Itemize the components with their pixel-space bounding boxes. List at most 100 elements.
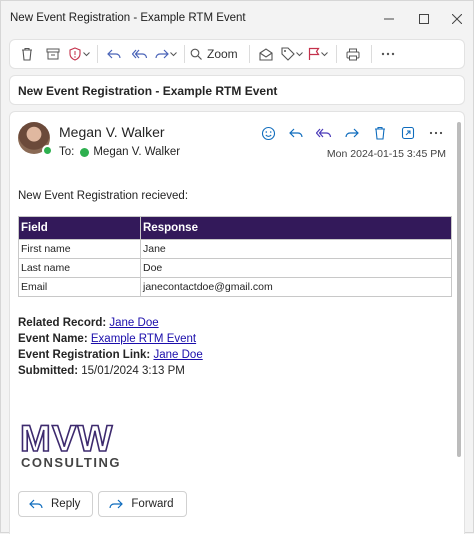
registration-table: Field Response First name Jane Last name…: [18, 216, 452, 297]
to-label: To:: [59, 146, 75, 158]
reading-pane: Megan V. Walker To: Megan V. Walker Mon …: [9, 111, 465, 534]
zoom-button[interactable]: Zoom: [190, 42, 238, 66]
envelope-open-icon: [259, 47, 273, 61]
toolbar-divider: [184, 45, 185, 63]
more-actions-button[interactable]: [422, 124, 450, 142]
scrollbar[interactable]: [457, 122, 461, 457]
more-icon: [429, 131, 443, 135]
toolbar-divider: [248, 45, 250, 63]
chevron-down-icon: [170, 51, 177, 56]
smiley-icon: [261, 126, 275, 140]
report-button[interactable]: [68, 42, 90, 66]
subject-bar: New Event Registration - Example RTM Eve…: [9, 75, 465, 105]
reply-icon: [289, 128, 303, 138]
related-record-link[interactable]: Jane Doe: [109, 317, 158, 329]
event-name-link[interactable]: Example RTM Event: [91, 333, 196, 345]
presence-available-icon: [42, 145, 53, 156]
reply-all-action-button[interactable]: [310, 124, 338, 142]
sent-date: Mon 2024-01-15 3:45 PM: [326, 148, 446, 160]
zoom-icon: [190, 48, 202, 60]
forward-icon: [109, 499, 124, 509]
delete-button[interactable]: [16, 42, 38, 66]
forward-icon: [155, 49, 169, 59]
column-header-response: Response: [140, 216, 452, 240]
recipient-name[interactable]: Megan V. Walker: [93, 146, 180, 158]
archive-button[interactable]: [42, 42, 64, 66]
registration-link-label: Event Registration Link:: [18, 349, 151, 361]
reply-buttons: Reply Forward: [18, 491, 192, 517]
submitted-line: Submitted: 15/01/2024 3:13 PM: [18, 363, 454, 379]
more-options-button[interactable]: [377, 42, 399, 66]
recipient-line: To: Megan V. Walker: [59, 146, 180, 158]
react-button[interactable]: [254, 124, 282, 142]
maximize-icon: [419, 14, 429, 24]
sender-name[interactable]: Megan V. Walker: [59, 124, 165, 140]
print-button[interactable]: [342, 42, 364, 66]
logo-mark: MVW: [20, 418, 113, 459]
column-header-field: Field: [18, 216, 141, 240]
field-cell: Last name: [18, 258, 141, 278]
reply-label: Reply: [51, 498, 81, 510]
event-name-label: Event Name:: [18, 333, 88, 345]
window-title: New Event Registration - Example RTM Eve…: [10, 12, 246, 24]
read-unread-button[interactable]: [255, 42, 277, 66]
close-icon: [452, 14, 462, 24]
title-bar: New Event Registration - Example RTM Eve…: [1, 1, 473, 37]
reply-action-button[interactable]: [282, 124, 310, 142]
reply-all-icon: [316, 128, 332, 138]
presence-available-icon: [80, 147, 90, 157]
delete-icon: [22, 47, 32, 61]
table-row: Last name Doe: [18, 258, 452, 278]
intro-text: New Event Registration recieved:: [18, 190, 189, 202]
minimize-button[interactable]: [375, 7, 403, 31]
registration-details: Related Record: Jane Doe Event Name: Exa…: [18, 315, 454, 379]
flag-icon: [308, 47, 320, 60]
archive-icon: [46, 48, 60, 60]
email-subject: New Event Registration - Example RTM Eve…: [18, 84, 278, 98]
logo-text: CONSULTING: [21, 455, 121, 470]
message-actions: [254, 124, 450, 142]
minimize-icon: [384, 18, 394, 20]
email-window: New Event Registration - Example RTM Eve…: [0, 0, 474, 534]
reply-button[interactable]: Reply: [18, 491, 94, 517]
delete-icon: [375, 126, 385, 140]
response-cell: Jane: [140, 239, 452, 259]
reply-icon: [107, 49, 121, 59]
reply-all-toolbar-button[interactable]: [129, 42, 151, 66]
related-record-label: Related Record:: [18, 317, 107, 329]
more-icon: [381, 52, 394, 56]
maximize-button[interactable]: [410, 7, 438, 31]
open-window-button[interactable]: [394, 124, 422, 142]
table-header-row: Field Response: [18, 216, 452, 240]
shield-icon: [69, 47, 81, 61]
chevron-down-icon: [320, 51, 328, 56]
table-row: Email janecontactdoe@gmail.com: [18, 277, 452, 297]
chevron-down-icon: [295, 51, 303, 56]
chevron-down-icon: [83, 51, 90, 56]
zoom-label: Zoom: [207, 47, 238, 61]
forward-label: Forward: [131, 498, 174, 510]
field-cell: First name: [18, 239, 141, 259]
tag-button[interactable]: [281, 42, 303, 66]
related-record-line: Related Record: Jane Doe: [18, 315, 454, 331]
table-row: First name Jane: [18, 239, 452, 259]
reply-all-icon: [132, 49, 148, 59]
event-name-line: Event Name: Example RTM Event: [18, 331, 454, 347]
reply-toolbar-button[interactable]: [103, 42, 125, 66]
submitted-label: Submitted:: [18, 365, 79, 377]
company-logo: MVW CONSULTING: [19, 418, 121, 470]
reply-icon: [29, 499, 43, 509]
flag-button[interactable]: [307, 42, 329, 66]
forward-button[interactable]: Forward: [98, 491, 187, 517]
delete-action-button[interactable]: [366, 124, 394, 142]
toolbar-divider: [97, 45, 98, 63]
email-body: New Event Registration recieved: Field R…: [18, 190, 454, 379]
forward-action-button[interactable]: [338, 124, 366, 142]
forward-toolbar-button[interactable]: [155, 42, 177, 66]
forward-icon: [345, 128, 359, 138]
toolbar-divider: [370, 45, 372, 63]
submitted-value: 15/01/2024 3:13 PM: [81, 365, 185, 377]
close-button[interactable]: [443, 7, 471, 31]
registration-link[interactable]: Jane Doe: [153, 349, 202, 361]
avatar[interactable]: [18, 122, 53, 156]
